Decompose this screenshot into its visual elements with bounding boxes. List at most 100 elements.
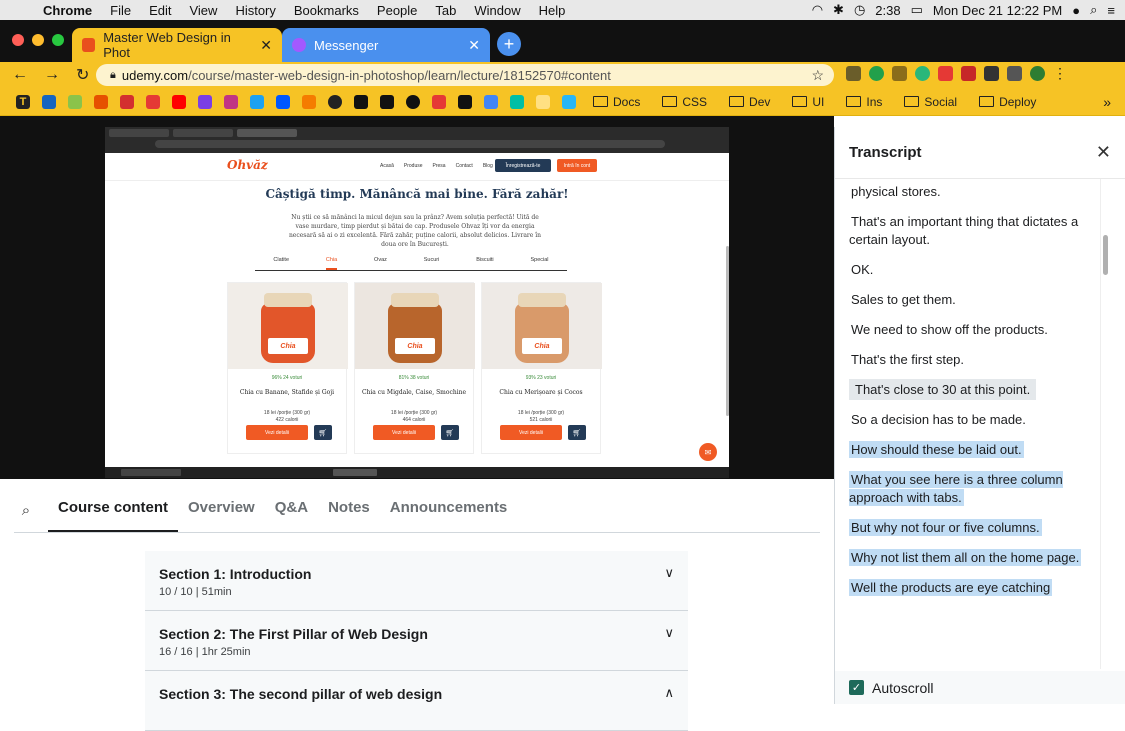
bookmark-icon[interactable] — [562, 94, 576, 109]
bookmark-folder-dev[interactable]: Dev — [729, 95, 770, 109]
section-accordion[interactable]: Section 2: The First Pillar of Web Desig… — [145, 611, 688, 671]
menu-people[interactable]: People — [377, 3, 417, 18]
close-tab-icon[interactable]: ✕ — [468, 37, 480, 54]
checkbox-checked-icon[interactable]: ✓ — [849, 680, 864, 695]
clock-icon[interactable]: ◷ — [854, 2, 865, 18]
reading-list-icon[interactable] — [1007, 66, 1022, 81]
bookmark-icon[interactable] — [432, 94, 446, 109]
bookmark-folder-docs[interactable]: Docs — [593, 95, 640, 109]
transcript-cue[interactable]: OK. — [835, 261, 1105, 279]
tab-overview[interactable]: Overview — [178, 484, 265, 532]
menu-bookmarks[interactable]: Bookmarks — [294, 3, 359, 18]
tab-notes[interactable]: Notes — [318, 484, 380, 532]
medium-icon[interactable] — [354, 94, 368, 109]
extensions-puzzle-icon[interactable] — [984, 66, 999, 81]
transcript-list[interactable]: physical stores. That's an important thi… — [835, 179, 1105, 669]
transcript-cue[interactable]: So a decision has to be made. — [835, 411, 1105, 429]
user-icon[interactable]: ● — [1072, 3, 1080, 18]
profile-avatar-icon[interactable] — [1030, 66, 1045, 81]
spotlight-search-icon[interactable]: ⌕ — [1090, 2, 1097, 18]
minimize-window-button[interactable] — [32, 34, 44, 46]
wifi-icon[interactable]: ◠ — [812, 2, 823, 18]
bookmark-icon[interactable] — [68, 94, 82, 109]
transcript-cue[interactable]: That's an important thing that dictates … — [835, 213, 1105, 249]
search-icon[interactable]: ⌕ — [14, 488, 38, 532]
transcript-cue-selected[interactable]: But why not four or five columns. — [835, 519, 1105, 537]
control-center-icon[interactable]: ≡ — [1107, 3, 1115, 18]
behance-icon[interactable] — [276, 94, 290, 109]
transcript-cue[interactable]: physical stores. — [835, 183, 1105, 201]
menubar-time[interactable]: 2:38 — [875, 3, 900, 18]
menubar-datetime[interactable]: Mon Dec 21 12:22 PM — [933, 3, 1062, 18]
chevron-up-icon[interactable]: ∧ — [664, 685, 674, 701]
bookmark-icon[interactable] — [146, 94, 160, 109]
extension-notifications-icon[interactable] — [938, 66, 953, 81]
bookmark-folder-ins[interactable]: Ins — [846, 95, 882, 109]
transcript-cue-current[interactable]: That's close to 30 at this point. — [835, 379, 1105, 400]
close-window-button[interactable] — [12, 34, 24, 46]
bookmark-folder-css[interactable]: CSS — [662, 95, 707, 109]
transcript-cue-selected[interactable]: Well the products are eye catching — [835, 579, 1105, 597]
bookmark-icon[interactable] — [302, 94, 316, 109]
instagram-icon[interactable] — [224, 94, 238, 109]
transcript-scrollbar-thumb[interactable] — [1103, 235, 1108, 275]
tab-course-content[interactable]: Course content — [48, 484, 179, 532]
video-frame[interactable]: Ohvăz Acasă Produse Presa Contact Blog Î… — [105, 127, 729, 478]
bookmarks-overflow-icon[interactable]: » — [1103, 94, 1111, 110]
autoscroll-toggle[interactable]: ✓ Autoscroll — [835, 671, 1125, 704]
tab-qa[interactable]: Q&A — [265, 484, 318, 532]
chevron-down-icon[interactable]: ∨ — [664, 625, 674, 641]
maximize-window-button[interactable] — [52, 34, 64, 46]
menu-edit[interactable]: Edit — [149, 3, 171, 18]
menu-view[interactable]: View — [189, 3, 217, 18]
close-icon[interactable]: ✕ — [1096, 142, 1111, 163]
bookmark-icon[interactable] — [94, 94, 108, 109]
bookmark-icon[interactable] — [484, 94, 498, 109]
menu-app-name[interactable]: Chrome — [43, 3, 92, 18]
extension-grid-icon[interactable] — [961, 66, 976, 81]
dev-icon[interactable] — [380, 94, 394, 109]
menu-help[interactable]: Help — [539, 3, 566, 18]
section-accordion[interactable]: Section 3: The second pillar of web desi… — [145, 671, 688, 731]
bookmark-icon[interactable] — [458, 94, 472, 109]
twitter-icon[interactable] — [250, 94, 264, 109]
bookmark-folder-deploy[interactable]: Deploy — [979, 95, 1036, 109]
bookmark-folder-ui[interactable]: UI — [792, 95, 824, 109]
bookmark-t[interactable]: T — [16, 94, 30, 109]
bookmark-folder-social[interactable]: Social — [904, 95, 957, 109]
transcript-cue-selected[interactable]: How should these be laid out. — [835, 441, 1105, 459]
kebab-menu-icon[interactable]: ⋮ — [1053, 66, 1067, 81]
bookmark-icon[interactable] — [42, 94, 56, 109]
bluetooth-icon[interactable]: ✱ — [833, 2, 844, 18]
video-player[interactable]: Ohvăz Acasă Produse Presa Contact Blog Î… — [0, 116, 834, 479]
bookmark-icon[interactable] — [120, 94, 134, 109]
bookmark-icon[interactable] — [536, 94, 550, 109]
github-icon[interactable] — [328, 94, 342, 109]
extension-grammarly-icon[interactable] — [915, 66, 930, 81]
extension-color-icon[interactable] — [869, 66, 884, 81]
new-tab-button[interactable]: + — [497, 32, 521, 56]
reload-icon[interactable]: ↻ — [76, 65, 96, 85]
browser-tab-udemy[interactable]: Master Web Design in Phot ✕ — [72, 28, 282, 62]
menu-tab[interactable]: Tab — [435, 3, 456, 18]
extension-bug-icon[interactable] — [846, 66, 861, 81]
bookmark-icon[interactable] — [510, 94, 524, 109]
transcript-cue[interactable]: Sales to get them. — [835, 291, 1105, 309]
chevron-down-icon[interactable]: ∨ — [664, 565, 674, 581]
youtube-icon[interactable] — [172, 94, 186, 109]
bookmark-icon[interactable] — [406, 94, 420, 109]
menu-window[interactable]: Window — [474, 3, 520, 18]
address-bar[interactable]: 🔒︎ udemy.com /course/master-web-design-i… — [96, 64, 834, 86]
section-accordion[interactable]: Section 1: Introduction 10 / 10 | 51min … — [145, 551, 688, 611]
battery-icon[interactable]: ▭ — [911, 2, 923, 18]
transcript-cue[interactable]: That's the first step. — [835, 351, 1105, 369]
tab-announcements[interactable]: Announcements — [380, 484, 518, 532]
extension-eyedropper-icon[interactable] — [892, 66, 907, 81]
close-tab-icon[interactable]: ✕ — [260, 37, 272, 54]
forward-arrow-icon[interactable]: → — [44, 66, 64, 84]
menu-file[interactable]: File — [110, 3, 131, 18]
messenger-icon[interactable] — [198, 94, 212, 109]
bookmark-star-icon[interactable]: ☆ — [811, 67, 824, 84]
back-arrow-icon[interactable]: ← — [12, 66, 32, 84]
browser-tab-messenger[interactable]: Messenger ✕ — [282, 28, 490, 62]
